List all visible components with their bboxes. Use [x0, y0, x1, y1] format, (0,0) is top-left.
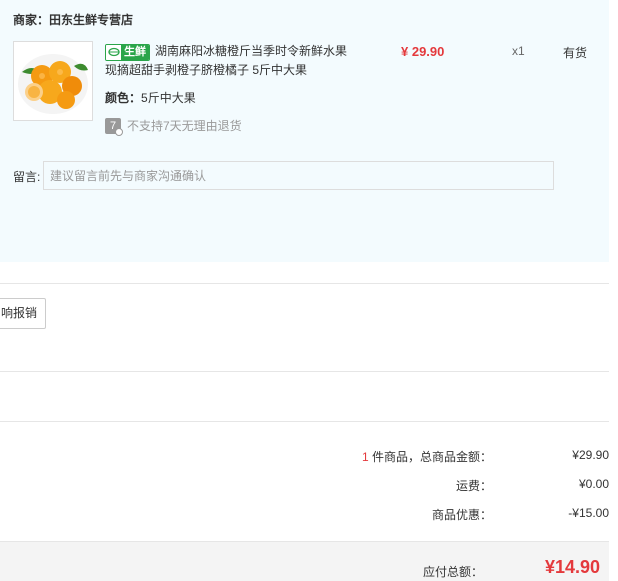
goods-total-value: ¥29.90 [572, 448, 609, 462]
return-policy-text: 不支持7天无理由退货 [127, 119, 242, 133]
order-item-panel: 商家：田东生鲜专营店 生鲜 湖南麻阳冰糖橙斤当季时令新鲜水果现摘超甜手剥橙子脐橙… [0, 0, 609, 262]
return-policy: 7 不支持7天无理由退货 [105, 117, 242, 136]
remark-input[interactable] [43, 161, 554, 190]
merchant-name[interactable]: 商家：田东生鲜专营店 [13, 11, 133, 28]
fresh-badge-text: 生鲜 [121, 44, 149, 60]
payable-total-bar: 应付总额： ¥14.90 [0, 541, 609, 581]
discount-value: -¥15.00 [568, 506, 609, 520]
payable-label: 应付总额： [422, 565, 483, 579]
variant-value: 5斤中大果 [141, 91, 196, 105]
fresh-badge: 生鲜 [105, 43, 150, 61]
orange-fruit-image [18, 54, 88, 114]
report-button[interactable]: 响报销 [0, 298, 46, 329]
divider [0, 283, 609, 284]
divider [0, 421, 609, 422]
stock-status: 有货 [563, 46, 588, 60]
shipping-value: ¥0.00 [578, 477, 609, 491]
discount-label: 商品优惠： [431, 508, 492, 522]
item-count-label: 件商品，总商品金额： [368, 450, 492, 464]
variant-label: 颜色： [105, 91, 142, 105]
divider [0, 371, 609, 372]
item-quantity: x1 [512, 44, 525, 58]
item-count: 1 [361, 450, 369, 464]
product-image[interactable] [13, 41, 93, 121]
no-return-icon: 7 [105, 117, 123, 136]
remark-label: 留言: [13, 170, 41, 184]
shipping-label: 运费： [455, 479, 492, 493]
item-price: ¥ 29.90 [401, 44, 445, 59]
product-variant: 颜色：5斤中大果 [105, 89, 196, 106]
fresh-leaf-icon [106, 44, 121, 60]
payable-value: ¥14.90 [544, 557, 600, 577]
product-title-block: 生鲜 湖南麻阳冰糖橙斤当季时令新鲜水果现摘超甜手剥橙子脐橙橘子 5斤中大果 [105, 42, 355, 80]
goods-total-label: 1 件商品，总商品金额： [362, 448, 492, 465]
